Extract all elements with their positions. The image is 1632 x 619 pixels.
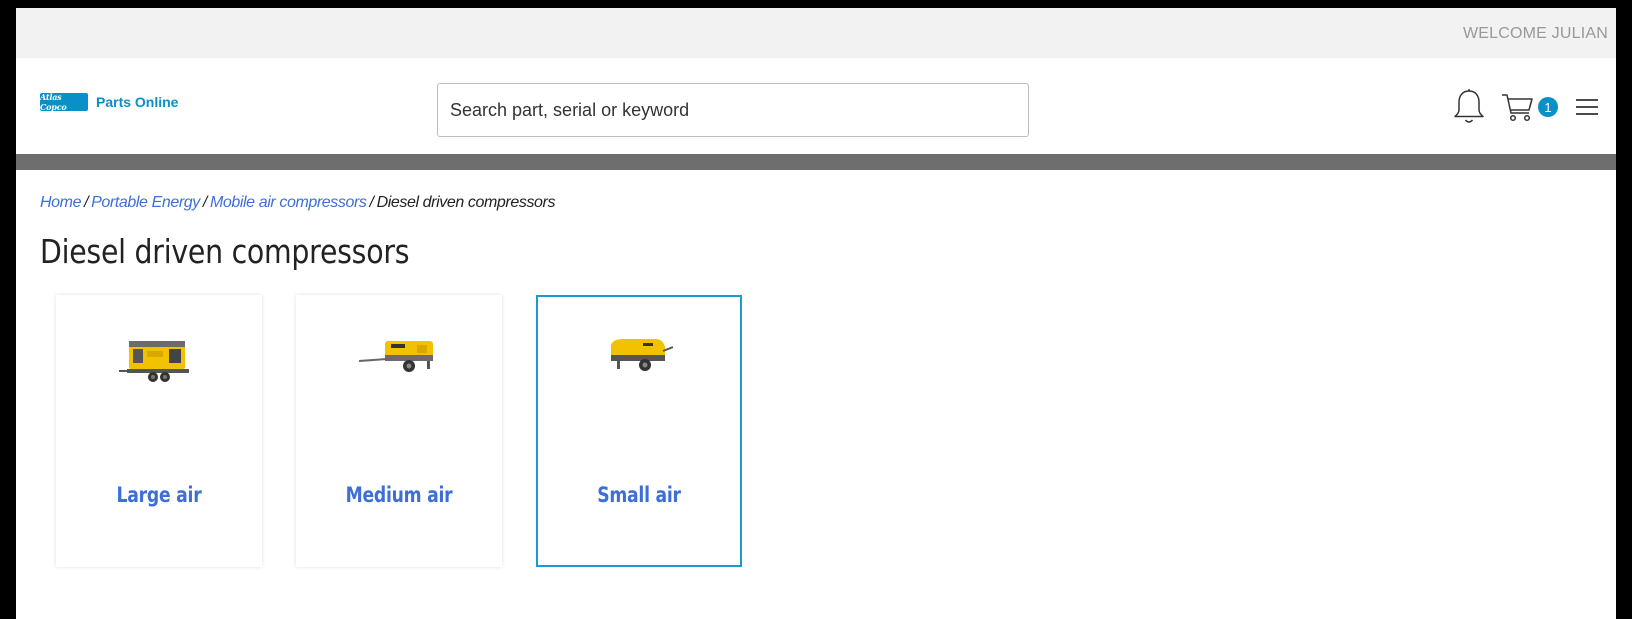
category-label: Medium air <box>345 483 453 507</box>
breadcrumb: Home / Portable Energy / Mobile air compress… <box>40 194 555 212</box>
cart-button[interactable]: 1 <box>1500 89 1558 125</box>
category-card-large-air[interactable]: Large air <box>56 295 262 567</box>
logo[interactable]: Atlas Copco Parts Online <box>40 92 179 112</box>
medium-compressor-image <box>357 333 441 382</box>
page-title: Diesel driven compressors <box>40 232 410 271</box>
category-label: Small air <box>597 483 681 507</box>
breadcrumb-portable-energy[interactable]: Portable Energy <box>91 194 200 211</box>
bell-icon[interactable] <box>1452 88 1486 126</box>
breadcrumb-mobile-air-compressors[interactable]: Mobile air compressors <box>210 194 367 211</box>
category-label: Large air <box>116 483 202 507</box>
site-header: Atlas Copco Parts Online Search part, se… <box>16 58 1616 154</box>
search-input[interactable] <box>438 84 1028 136</box>
breadcrumb-separator: / <box>369 194 374 211</box>
welcome-bar: WELCOME JULIAN <box>16 8 1616 58</box>
welcome-text: WELCOME JULIAN <box>1462 25 1608 42</box>
breadcrumb-current: Diesel driven compressors <box>376 194 556 211</box>
breadcrumb-home[interactable]: Home <box>40 194 81 211</box>
atlas-copco-logo: Atlas Copco <box>40 92 88 112</box>
header-icons: 1 <box>1452 88 1600 126</box>
large-compressor-image <box>119 333 199 390</box>
small-compressor-image <box>605 333 674 384</box>
cart-icon <box>1500 89 1536 125</box>
breadcrumb-separator: / <box>202 194 207 211</box>
app-frame: WELCOME JULIAN Atlas Copco Parts Online <box>16 8 1616 619</box>
menu-icon[interactable] <box>1574 96 1600 118</box>
logo-text: Parts Online <box>96 94 179 110</box>
search-box[interactable] <box>437 83 1029 137</box>
category-card-small-air[interactable]: Small air <box>536 295 742 567</box>
cart-count-badge: 1 <box>1538 97 1558 117</box>
breadcrumb-separator: / <box>84 194 89 211</box>
category-card-medium-air[interactable]: Medium air <box>296 295 502 567</box>
nav-divider-bar <box>16 154 1616 170</box>
